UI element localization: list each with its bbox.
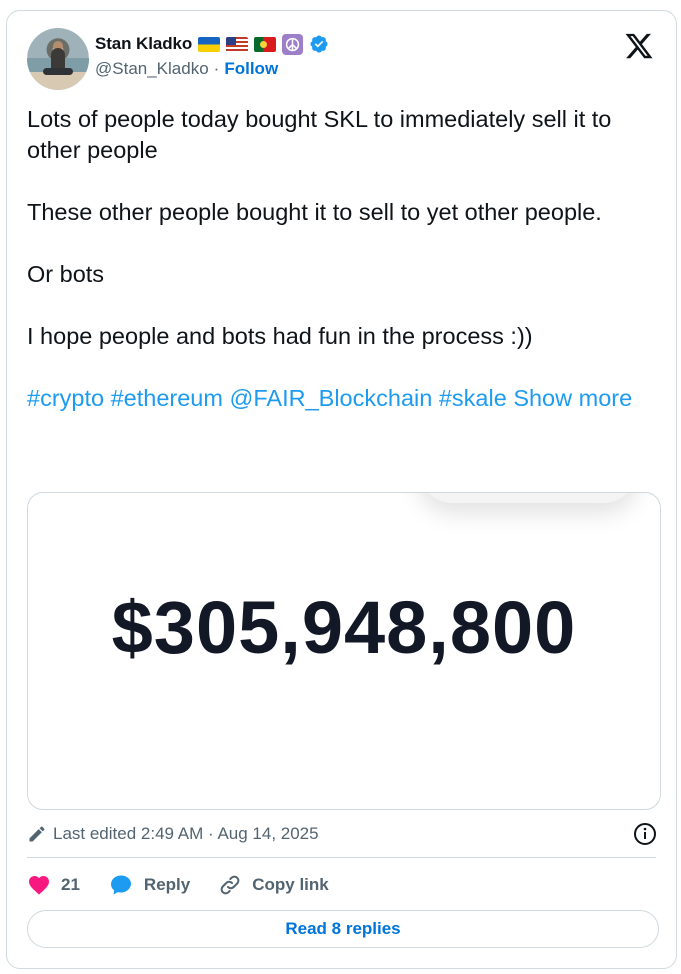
like-button[interactable]: 21 [27,873,80,897]
show-more-link[interactable]: Show more [513,385,632,411]
tweet-meta: Last edited 2:49 AM · Aug 14, 2025 [27,822,657,846]
tweet-paragraph: I hope people and bots had fun in the pr… [27,323,533,349]
author-handle-row: @Stan_Kladko · Follow [95,59,278,79]
action-bar: 21 Reply Copy link [27,871,357,899]
tweet-paragraph: Or bots [27,261,105,287]
tweet-text: Lots of people today bought SKL to immed… [27,104,657,414]
mention-fair-blockchain[interactable]: @FAIR_Blockchain [230,385,433,411]
like-count: 21 [61,875,80,894]
tweet-card: Stan Kladko @Stan_Kladko · Follow Lots o… [6,10,677,969]
info-icon[interactable] [633,822,657,846]
last-edited-timestamp[interactable]: Last edited 2:49 AM · Aug 14, 2025 [53,824,319,844]
speech-bubble-icon [110,875,131,895]
x-logo-icon[interactable] [624,31,654,61]
tweet-tags: #crypto #ethereum @FAIR_Blockchain #skal… [27,383,657,414]
follow-button[interactable]: Follow [224,59,278,79]
peace-symbol-icon [282,33,304,55]
portugal-flag-icon [254,36,277,52]
tweet-media-image[interactable]: $305,948,800 [27,492,661,810]
link-icon [220,875,240,895]
author-name[interactable]: Stan Kladko [95,34,192,54]
tweet-header: Stan Kladko @Stan_Kladko · Follow [27,27,656,91]
reply-label: Reply [143,875,191,894]
divider [27,857,656,858]
tweet-paragraph: These other people bought it to sell to … [27,199,602,225]
media-amount-text: $305,948,800 [111,586,577,669]
copy-link-button[interactable]: Copy link [218,873,329,897]
media-shadow [418,493,638,503]
heart-icon [29,876,49,895]
reply-button[interactable]: Reply [108,873,190,897]
ukraine-flag-icon [198,36,221,52]
read-replies-button[interactable]: Read 8 replies [27,910,659,948]
pencil-icon [29,826,45,842]
author-name-row: Stan Kladko [95,33,329,55]
avatar[interactable] [27,28,89,90]
hashtag-skale[interactable]: #skale [439,385,507,411]
separator-dot: · [213,59,220,78]
hashtag-ethereum[interactable]: #ethereum [111,385,223,411]
tweet-paragraph: Lots of people today bought SKL to immed… [27,106,612,163]
author-handle[interactable]: @Stan_Kladko [95,59,209,79]
verified-badge-icon [310,35,328,53]
hashtag-crypto[interactable]: #crypto [27,385,104,411]
copy-link-label: Copy link [252,875,329,894]
usa-flag-icon [226,36,249,52]
